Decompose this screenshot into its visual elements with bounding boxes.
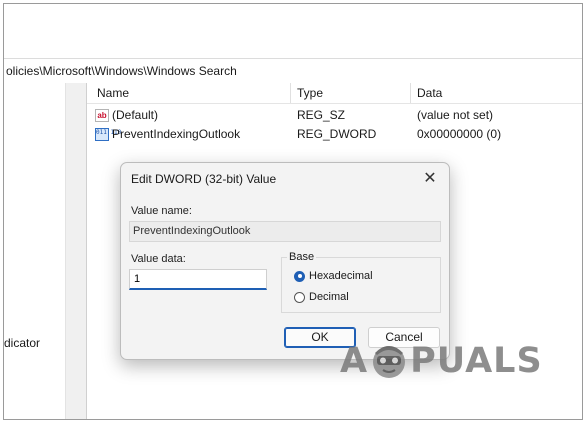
column-header-data[interactable]: Data <box>417 83 442 103</box>
value-data-input[interactable] <box>129 269 267 290</box>
radio-unchecked-icon[interactable] <box>294 291 305 303</box>
mascot-face-icon <box>373 346 406 378</box>
column-divider[interactable] <box>410 83 411 103</box>
close-icon[interactable]: ✕ <box>419 168 441 190</box>
value-name: (Default) <box>112 108 159 122</box>
address-path: olicies\Microsoft\Windows\Windows Search <box>6 64 237 78</box>
edit-dword-dialog: Edit DWORD (32-bit) Value ✕ Value name: … <box>120 162 450 360</box>
value-row-default[interactable]: ab (Default) REG_SZ (value not set) <box>87 106 582 125</box>
value-name-cell: 011 110 PreventIndexingOutlook <box>95 125 240 144</box>
radio-decimal[interactable]: Decimal <box>294 291 349 303</box>
string-value-icon: ab <box>95 109 109 122</box>
value-name-cell: ab (Default) <box>95 106 158 125</box>
column-divider[interactable] <box>290 83 291 103</box>
address-bar[interactable]: olicies\Microsoft\Windows\Windows Search <box>4 58 582 84</box>
value-name: PreventIndexingOutlook <box>112 127 241 141</box>
radio-hexadecimal-label: Hexadecimal <box>309 270 373 282</box>
watermark-text: PUALS <box>410 341 543 381</box>
value-type: REG_SZ <box>297 108 346 122</box>
dialog-title: Edit DWORD (32-bit) Value <box>131 172 277 186</box>
value-type: REG_DWORD <box>297 127 377 141</box>
pane-splitter[interactable] <box>65 83 86 419</box>
value-name-field: PreventIndexingOutlook <box>129 221 441 242</box>
value-row-preventindexingoutlook[interactable]: 011 110 PreventIndexingOutlook REG_DWORD… <box>87 125 582 144</box>
radio-decimal-label: Decimal <box>309 291 349 303</box>
column-header-type[interactable]: Type <box>297 83 323 103</box>
column-header-name[interactable]: Name <box>97 83 129 103</box>
value-name-label: Value name: <box>131 205 192 217</box>
base-label: Base <box>287 251 317 263</box>
value-data: 0x00000000 (0) <box>417 127 502 141</box>
top-area <box>4 4 582 58</box>
radio-checked-icon[interactable] <box>294 270 305 282</box>
list-header: Name Type Data <box>87 83 582 104</box>
radio-hexadecimal[interactable]: Hexadecimal <box>294 270 373 282</box>
value-data: (value not set) <box>417 108 494 122</box>
key-tree-pane[interactable]: dicator <box>4 83 65 419</box>
tree-item-partial[interactable]: dicator <box>4 336 40 350</box>
dword-value-icon: 011 110 <box>95 128 121 141</box>
appuals-watermark: A PUALS <box>340 341 543 381</box>
base-group <box>281 257 441 313</box>
watermark-letter: A <box>340 341 369 381</box>
value-data-label: Value data: <box>131 253 186 265</box>
